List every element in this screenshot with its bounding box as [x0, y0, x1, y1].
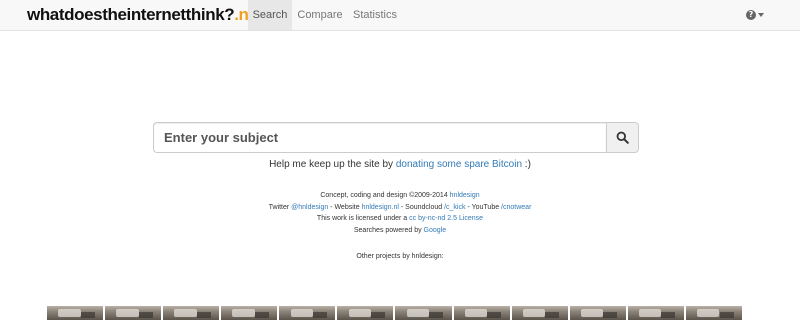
project-thumbnail[interactable]	[337, 306, 394, 320]
donate-bitcoin-link[interactable]: donating some spare Bitcoin	[396, 159, 522, 170]
brand-main: whatdoestheinternetthink?	[27, 5, 235, 24]
project-thumbnail[interactable]	[105, 306, 162, 320]
soundcloud-link[interactable]: /c_kick	[444, 204, 465, 211]
project-thumbnail[interactable]	[395, 306, 452, 320]
project-thumbnail[interactable]	[569, 306, 626, 320]
site-logo[interactable]: whatdoestheinternetthink?.net	[27, 5, 263, 25]
powered-by-text: Searches powered by	[353, 226, 424, 234]
credits-row-powered: Searches powered by Google	[0, 225, 800, 237]
credits-block: Concept, coding and design ©2009-2014 hn…	[0, 190, 800, 236]
tab-search[interactable]: Search	[248, 0, 292, 30]
credits-row-social: Twitter @hnldesign - Website hnldesign.n…	[0, 202, 800, 214]
license-text: This work is licensed under a	[316, 215, 410, 222]
caret-down-icon	[758, 13, 764, 17]
project-thumbnail[interactable]	[685, 306, 742, 320]
project-thumbnail[interactable]	[279, 306, 336, 320]
youtube-link[interactable]: /cnotwear	[501, 204, 531, 211]
search-button[interactable]	[606, 122, 639, 153]
credits-row-license: This work is licensed under a cc by-nc-n…	[0, 213, 800, 225]
hnldesign-link[interactable]: hnldesign	[450, 192, 480, 199]
project-thumbnail-strip	[47, 306, 742, 320]
subject-search-input[interactable]	[153, 122, 606, 153]
tab-statistics[interactable]: Statistics	[348, 0, 402, 30]
search-form	[153, 122, 639, 153]
license-link[interactable]: cc by-nc-nd 2.5 License	[409, 215, 483, 222]
google-link[interactable]: Google	[424, 227, 447, 234]
question-circle-icon: ?	[746, 10, 756, 20]
copyright-text: Concept, coding and design ©2009-2014	[320, 192, 450, 199]
twitter-label: Twitter	[268, 203, 292, 211]
donate-suffix: :)	[522, 159, 531, 170]
project-thumbnail[interactable]	[163, 306, 220, 320]
donate-message: Help me keep up the site by donating som…	[0, 159, 800, 170]
top-navbar: whatdoestheinternetthink?.net Search Com…	[0, 0, 800, 31]
website-label: - Website	[328, 203, 362, 211]
tab-compare[interactable]: Compare	[292, 0, 348, 30]
project-thumbnail[interactable]	[221, 306, 278, 320]
soundcloud-label: - Soundcloud	[398, 203, 445, 211]
project-thumbnail[interactable]	[453, 306, 510, 320]
help-dropdown[interactable]: ?	[746, 8, 768, 22]
other-projects-label: Other projects by hnldesign:	[356, 253, 444, 260]
project-thumbnail[interactable]	[511, 306, 568, 320]
credits-row-copyright: Concept, coding and design ©2009-2014 hn…	[0, 190, 800, 202]
project-thumbnail[interactable]	[47, 306, 104, 320]
youtube-label: - YouTube	[465, 203, 502, 211]
project-thumbnail[interactable]	[627, 306, 684, 320]
search-icon	[616, 131, 629, 144]
website-link[interactable]: hnldesign.nl	[362, 204, 399, 211]
donate-prefix: Help me keep up the site by	[269, 159, 396, 170]
twitter-link[interactable]: @hnldesign	[291, 204, 328, 211]
